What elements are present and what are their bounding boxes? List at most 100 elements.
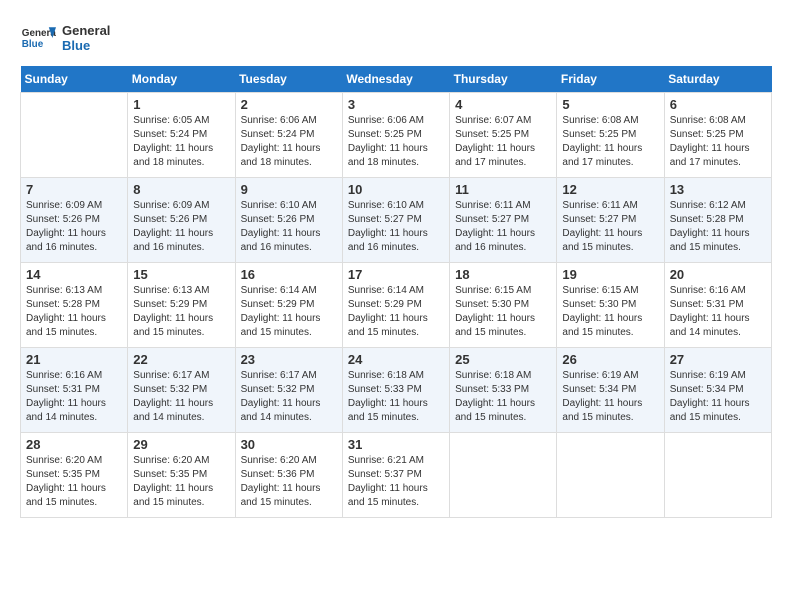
- column-header-thursday: Thursday: [450, 66, 557, 93]
- day-info: Sunrise: 6:13 AM Sunset: 5:29 PM Dayligh…: [133, 284, 229, 340]
- day-info: Sunrise: 6:11 AM Sunset: 5:27 PM Dayligh…: [562, 199, 658, 255]
- calendar-cell: 22 Sunrise: 6:17 AM Sunset: 5:32 PM Dayl…: [128, 348, 235, 433]
- day-info: Sunrise: 6:14 AM Sunset: 5:29 PM Dayligh…: [241, 284, 337, 340]
- day-info: Sunrise: 6:20 AM Sunset: 5:35 PM Dayligh…: [26, 454, 122, 510]
- day-info: Sunrise: 6:17 AM Sunset: 5:32 PM Dayligh…: [133, 369, 229, 425]
- day-info: Sunrise: 6:13 AM Sunset: 5:28 PM Dayligh…: [26, 284, 122, 340]
- day-number: 19: [562, 267, 658, 282]
- day-info: Sunrise: 6:14 AM Sunset: 5:29 PM Dayligh…: [348, 284, 444, 340]
- calendar-cell: 25 Sunrise: 6:18 AM Sunset: 5:33 PM Dayl…: [450, 348, 557, 433]
- day-info: Sunrise: 6:16 AM Sunset: 5:31 PM Dayligh…: [670, 284, 766, 340]
- day-number: 2: [241, 97, 337, 112]
- calendar-cell: 4 Sunrise: 6:07 AM Sunset: 5:25 PM Dayli…: [450, 93, 557, 178]
- calendar-cell: 27 Sunrise: 6:19 AM Sunset: 5:34 PM Dayl…: [664, 348, 771, 433]
- calendar-cell: [557, 433, 664, 518]
- day-number: 7: [26, 182, 122, 197]
- day-info: Sunrise: 6:20 AM Sunset: 5:35 PM Dayligh…: [133, 454, 229, 510]
- calendar-cell: 15 Sunrise: 6:13 AM Sunset: 5:29 PM Dayl…: [128, 263, 235, 348]
- calendar-cell: 3 Sunrise: 6:06 AM Sunset: 5:25 PM Dayli…: [342, 93, 449, 178]
- day-number: 18: [455, 267, 551, 282]
- day-info: Sunrise: 6:12 AM Sunset: 5:28 PM Dayligh…: [670, 199, 766, 255]
- column-header-monday: Monday: [128, 66, 235, 93]
- day-info: Sunrise: 6:18 AM Sunset: 5:33 PM Dayligh…: [455, 369, 551, 425]
- day-number: 9: [241, 182, 337, 197]
- day-number: 17: [348, 267, 444, 282]
- calendar-cell: 9 Sunrise: 6:10 AM Sunset: 5:26 PM Dayli…: [235, 178, 342, 263]
- day-info: Sunrise: 6:10 AM Sunset: 5:26 PM Dayligh…: [241, 199, 337, 255]
- column-header-wednesday: Wednesday: [342, 66, 449, 93]
- day-info: Sunrise: 6:06 AM Sunset: 5:25 PM Dayligh…: [348, 114, 444, 170]
- calendar-week-row: 1 Sunrise: 6:05 AM Sunset: 5:24 PM Dayli…: [21, 93, 772, 178]
- day-info: Sunrise: 6:07 AM Sunset: 5:25 PM Dayligh…: [455, 114, 551, 170]
- calendar-cell: 24 Sunrise: 6:18 AM Sunset: 5:33 PM Dayl…: [342, 348, 449, 433]
- day-info: Sunrise: 6:16 AM Sunset: 5:31 PM Dayligh…: [26, 369, 122, 425]
- day-number: 25: [455, 352, 551, 367]
- day-info: Sunrise: 6:11 AM Sunset: 5:27 PM Dayligh…: [455, 199, 551, 255]
- logo: General Blue General Blue: [20, 20, 110, 56]
- day-number: 14: [26, 267, 122, 282]
- day-number: 30: [241, 437, 337, 452]
- calendar-week-row: 7 Sunrise: 6:09 AM Sunset: 5:26 PM Dayli…: [21, 178, 772, 263]
- calendar-cell: 23 Sunrise: 6:17 AM Sunset: 5:32 PM Dayl…: [235, 348, 342, 433]
- day-info: Sunrise: 6:21 AM Sunset: 5:37 PM Dayligh…: [348, 454, 444, 510]
- day-number: 23: [241, 352, 337, 367]
- day-info: Sunrise: 6:19 AM Sunset: 5:34 PM Dayligh…: [670, 369, 766, 425]
- calendar-week-row: 14 Sunrise: 6:13 AM Sunset: 5:28 PM Dayl…: [21, 263, 772, 348]
- day-info: Sunrise: 6:19 AM Sunset: 5:34 PM Dayligh…: [562, 369, 658, 425]
- calendar-cell: 17 Sunrise: 6:14 AM Sunset: 5:29 PM Dayl…: [342, 263, 449, 348]
- calendar-cell: [21, 93, 128, 178]
- calendar-cell: 1 Sunrise: 6:05 AM Sunset: 5:24 PM Dayli…: [128, 93, 235, 178]
- day-number: 28: [26, 437, 122, 452]
- day-number: 10: [348, 182, 444, 197]
- day-info: Sunrise: 6:09 AM Sunset: 5:26 PM Dayligh…: [26, 199, 122, 255]
- day-number: 11: [455, 182, 551, 197]
- day-number: 4: [455, 97, 551, 112]
- calendar-cell: 12 Sunrise: 6:11 AM Sunset: 5:27 PM Dayl…: [557, 178, 664, 263]
- day-number: 13: [670, 182, 766, 197]
- calendar-header-row: SundayMondayTuesdayWednesdayThursdayFrid…: [21, 66, 772, 93]
- calendar-cell: 14 Sunrise: 6:13 AM Sunset: 5:28 PM Dayl…: [21, 263, 128, 348]
- day-info: Sunrise: 6:09 AM Sunset: 5:26 PM Dayligh…: [133, 199, 229, 255]
- svg-text:Blue: Blue: [22, 39, 44, 50]
- calendar-cell: 28 Sunrise: 6:20 AM Sunset: 5:35 PM Dayl…: [21, 433, 128, 518]
- calendar-cell: 11 Sunrise: 6:11 AM Sunset: 5:27 PM Dayl…: [450, 178, 557, 263]
- day-number: 20: [670, 267, 766, 282]
- calendar-cell: 13 Sunrise: 6:12 AM Sunset: 5:28 PM Dayl…: [664, 178, 771, 263]
- day-info: Sunrise: 6:10 AM Sunset: 5:27 PM Dayligh…: [348, 199, 444, 255]
- calendar-cell: 10 Sunrise: 6:10 AM Sunset: 5:27 PM Dayl…: [342, 178, 449, 263]
- day-info: Sunrise: 6:08 AM Sunset: 5:25 PM Dayligh…: [670, 114, 766, 170]
- day-info: Sunrise: 6:15 AM Sunset: 5:30 PM Dayligh…: [562, 284, 658, 340]
- day-info: Sunrise: 6:05 AM Sunset: 5:24 PM Dayligh…: [133, 114, 229, 170]
- day-number: 15: [133, 267, 229, 282]
- calendar-cell: 31 Sunrise: 6:21 AM Sunset: 5:37 PM Dayl…: [342, 433, 449, 518]
- calendar-cell: 19 Sunrise: 6:15 AM Sunset: 5:30 PM Dayl…: [557, 263, 664, 348]
- day-info: Sunrise: 6:06 AM Sunset: 5:24 PM Dayligh…: [241, 114, 337, 170]
- day-number: 12: [562, 182, 658, 197]
- calendar-week-row: 28 Sunrise: 6:20 AM Sunset: 5:35 PM Dayl…: [21, 433, 772, 518]
- calendar-cell: 30 Sunrise: 6:20 AM Sunset: 5:36 PM Dayl…: [235, 433, 342, 518]
- day-number: 31: [348, 437, 444, 452]
- logo-icon: General Blue: [20, 20, 56, 56]
- column-header-tuesday: Tuesday: [235, 66, 342, 93]
- day-info: Sunrise: 6:15 AM Sunset: 5:30 PM Dayligh…: [455, 284, 551, 340]
- day-number: 29: [133, 437, 229, 452]
- day-number: 21: [26, 352, 122, 367]
- calendar-week-row: 21 Sunrise: 6:16 AM Sunset: 5:31 PM Dayl…: [21, 348, 772, 433]
- calendar-cell: [450, 433, 557, 518]
- calendar-cell: 5 Sunrise: 6:08 AM Sunset: 5:25 PM Dayli…: [557, 93, 664, 178]
- calendar-cell: 2 Sunrise: 6:06 AM Sunset: 5:24 PM Dayli…: [235, 93, 342, 178]
- day-number: 26: [562, 352, 658, 367]
- calendar-cell: 8 Sunrise: 6:09 AM Sunset: 5:26 PM Dayli…: [128, 178, 235, 263]
- column-header-saturday: Saturday: [664, 66, 771, 93]
- day-number: 5: [562, 97, 658, 112]
- day-number: 1: [133, 97, 229, 112]
- day-number: 16: [241, 267, 337, 282]
- calendar-cell: 20 Sunrise: 6:16 AM Sunset: 5:31 PM Dayl…: [664, 263, 771, 348]
- day-info: Sunrise: 6:17 AM Sunset: 5:32 PM Dayligh…: [241, 369, 337, 425]
- page-header: General Blue General Blue: [20, 20, 772, 56]
- day-info: Sunrise: 6:18 AM Sunset: 5:33 PM Dayligh…: [348, 369, 444, 425]
- day-info: Sunrise: 6:08 AM Sunset: 5:25 PM Dayligh…: [562, 114, 658, 170]
- calendar-table: SundayMondayTuesdayWednesdayThursdayFrid…: [20, 66, 772, 518]
- calendar-cell: 18 Sunrise: 6:15 AM Sunset: 5:30 PM Dayl…: [450, 263, 557, 348]
- calendar-cell: 7 Sunrise: 6:09 AM Sunset: 5:26 PM Dayli…: [21, 178, 128, 263]
